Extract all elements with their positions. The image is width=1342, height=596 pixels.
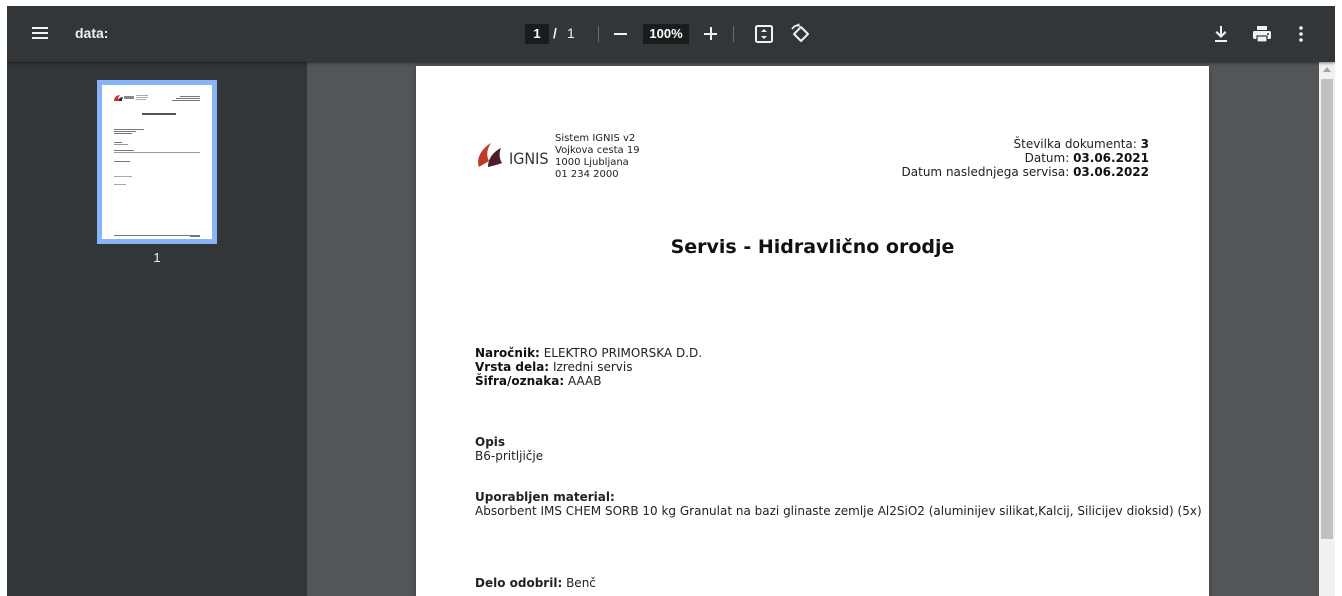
menu-icon[interactable]: [31, 24, 49, 44]
work-type-value: Izredni servis: [552, 360, 633, 374]
document-title: data:: [75, 25, 109, 41]
scrollbar-thumb[interactable]: [1321, 79, 1333, 539]
approved-row: Delo odobril: Benč: [475, 576, 596, 590]
approved-value: Benč: [566, 576, 596, 590]
description-label: Opis: [475, 435, 506, 449]
download-icon[interactable]: [1211, 23, 1231, 45]
description-section: Opis B6-pritljičje: [475, 435, 543, 463]
client-label: Naročnik:: [475, 346, 540, 360]
company-name: Sistem IGNIS v2: [555, 133, 636, 144]
next-service-label: Datum naslednjega servisa:: [901, 165, 1070, 179]
next-service-row: Datum naslednjega servisa: 03.06.2022: [902, 165, 1149, 179]
doc-number-row: Številka dokumenta: 3: [902, 137, 1150, 151]
thumbnail-sidebar: 1: [7, 62, 307, 596]
fit-page-icon[interactable]: [754, 24, 774, 44]
date-row: Datum: 03.06.2021: [902, 151, 1149, 165]
document-meta: Številka dokumenta: 3 Datum: 03.06.2021 …: [902, 137, 1149, 179]
approved-label: Delo odobril:: [475, 576, 563, 590]
material-value: Absorbent IMS CHEM SORB 10 kg Granulat n…: [475, 504, 1202, 518]
page-total: 1: [567, 25, 575, 41]
document-heading: Servis - Hidravlično orodje: [670, 236, 955, 258]
code-value: AAAB: [567, 374, 602, 388]
print-icon[interactable]: [1251, 23, 1273, 45]
job-info: Naročnik: ELEKTRO PRIMORSKA D.D. Vrsta d…: [475, 346, 702, 388]
doc-number-value: 3: [1140, 137, 1149, 151]
client-row: Naročnik: ELEKTRO PRIMORSKA D.D.: [475, 346, 702, 360]
date-value: 03.06.2021: [1073, 151, 1149, 165]
client-value: ELEKTRO PRIMORSKA D.D.: [543, 346, 703, 360]
vertical-scrollbar[interactable]: [1319, 62, 1335, 596]
zoom-in-icon[interactable]: [703, 23, 719, 45]
material-label: Uporabljen material:: [475, 490, 615, 504]
material-section: Uporabljen material: Absorbent IMS CHEM …: [475, 490, 1202, 518]
company-info: Sistem IGNIS v2 Vojkova cesta 19 1000 Lj…: [555, 133, 640, 181]
thumbnail-page-number: 1: [153, 250, 161, 265]
zoom-out-icon[interactable]: [613, 23, 629, 45]
document-area: IGNIS Sistem IGNIS v2 Vojkova cesta 19 1…: [307, 62, 1319, 596]
divider: [598, 26, 599, 42]
doc-number-label: Številka dokumenta:: [1013, 137, 1137, 151]
document-page: IGNIS Sistem IGNIS v2 Vojkova cesta 19 1…: [416, 66, 1209, 596]
page-thumbnail[interactable]: [97, 80, 217, 244]
code-row: Šifra/oznaka: AAAB: [475, 374, 702, 388]
company-street: Vojkova cesta 19: [555, 145, 640, 156]
page-number-input[interactable]: 1: [525, 24, 549, 44]
work-type-row: Vrsta dela: Izredni servis: [475, 360, 702, 374]
pdf-viewer: data: 1 / 1 100% 1 IGNIS Sistem IGNIS v2…: [7, 6, 1335, 596]
description-value: B6-pritljičje: [475, 449, 544, 463]
code-label: Šifra/oznaka:: [475, 374, 565, 388]
scroll-up-arrow-icon[interactable]: [1323, 67, 1331, 72]
work-type-label: Vrsta dela:: [475, 360, 550, 374]
ignis-logo: IGNIS: [475, 137, 551, 171]
divider: [733, 26, 734, 42]
rotate-icon[interactable]: [790, 23, 812, 45]
company-city: 1000 Ljubljana: [555, 157, 629, 168]
company-phone: 01 234 2000: [555, 169, 619, 180]
thumbnail-preview: [102, 85, 212, 239]
zoom-input[interactable]: 100%: [643, 24, 689, 44]
more-vert-icon[interactable]: [1295, 23, 1307, 45]
toolbar: data: 1 / 1 100%: [7, 6, 1335, 62]
logo-text: IGNIS: [509, 149, 549, 168]
next-service-value: 03.06.2022: [1073, 165, 1149, 179]
date-label: Datum:: [1024, 151, 1070, 165]
page-separator: /: [553, 25, 557, 41]
